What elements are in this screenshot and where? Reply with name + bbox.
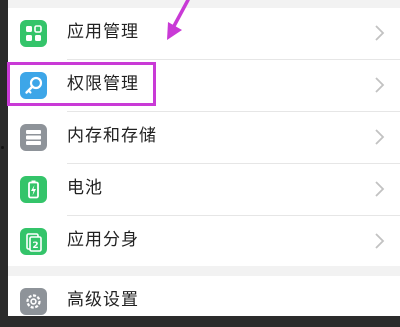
settings-card: 应用管理 权限管理 内存和存储 电池 2 应用分身 <box>8 8 400 266</box>
highlight-box <box>7 62 156 106</box>
settings-item-label: 内存和存储 <box>67 126 157 146</box>
battery-icon <box>20 176 47 203</box>
settings-item-label: 电池 <box>67 178 103 198</box>
settings-screen: 应用管理 权限管理 内存和存储 电池 2 应用分身 高级设置 <box>8 0 400 316</box>
settings-item-app-management[interactable]: 应用管理 <box>8 8 400 59</box>
settings-card-advanced: 高级设置 <box>8 276 400 316</box>
stray-dot <box>1 146 4 149</box>
settings-item-app-clone[interactable]: 2 应用分身 <box>8 216 400 267</box>
settings-item-advanced[interactable]: 高级设置 <box>8 276 400 327</box>
settings-item-label: 应用分身 <box>67 230 139 250</box>
chevron-right-icon <box>375 25 385 41</box>
apps-grid-icon <box>20 20 47 47</box>
storage-icon <box>20 124 47 151</box>
svg-text:2: 2 <box>32 241 38 251</box>
gear-icon <box>20 288 47 315</box>
pointer-arrow-icon <box>167 0 190 40</box>
chevron-right-icon <box>375 77 385 93</box>
settings-item-memory-storage[interactable]: 内存和存储 <box>8 112 400 163</box>
settings-item-battery[interactable]: 电池 <box>8 164 400 215</box>
top-strip <box>8 0 400 8</box>
screenshot-frame: 应用管理 权限管理 内存和存储 电池 2 应用分身 高级设置 <box>0 0 400 316</box>
settings-item-label: 应用管理 <box>67 22 139 42</box>
app-clone-icon: 2 <box>20 228 47 255</box>
chevron-right-icon <box>375 233 385 249</box>
chevron-right-icon <box>375 129 385 145</box>
settings-item-label: 高级设置 <box>67 290 139 310</box>
chevron-right-icon <box>375 181 385 197</box>
